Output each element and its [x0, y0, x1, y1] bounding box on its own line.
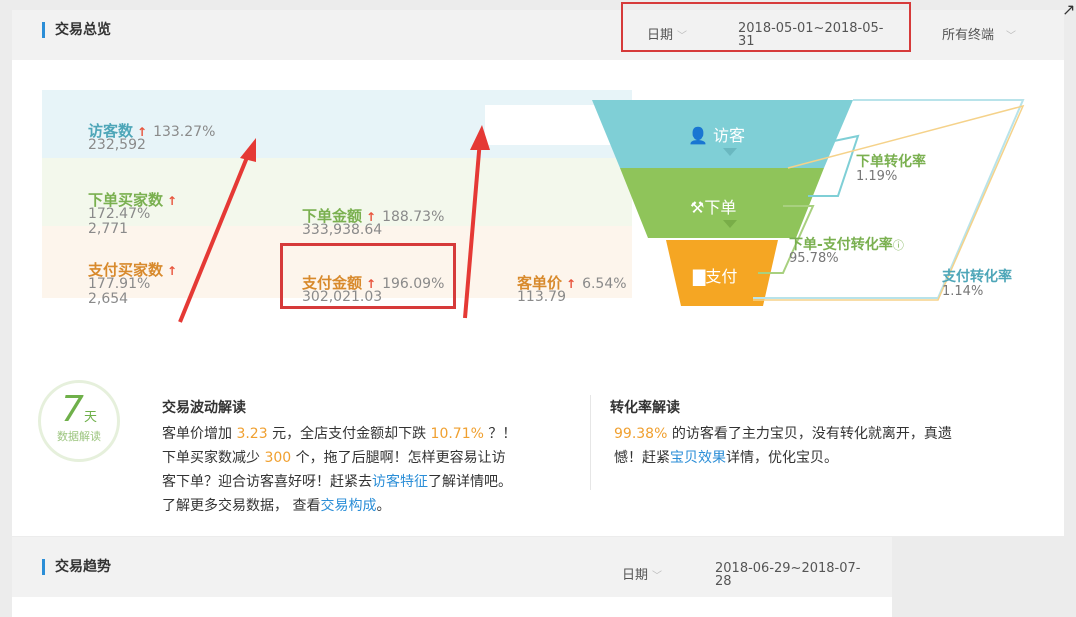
funnel-visit[interactable]: 👤 访客	[688, 122, 745, 146]
conv-interp-title: 转化率解读	[610, 400, 680, 416]
text: ？！	[483, 426, 517, 442]
conv-interp-line: 99.38% 的访客看了主力宝贝，没有转化就离开，真遗	[614, 422, 1034, 446]
text: 客单价增加	[162, 426, 237, 442]
user-icon: 👤	[688, 126, 708, 145]
conv-interp-line: 憾！赶紧宝贝效果详情，优化宝贝。	[614, 446, 1034, 470]
wallet-icon: ▇	[693, 267, 706, 286]
annotation-arrowhead	[240, 138, 256, 162]
highlight-value: 10.71%	[430, 426, 484, 442]
annotation-arrowhead	[470, 125, 490, 150]
funnel-pay-label: 支付	[705, 267, 738, 286]
text: 详情，优化宝贝。	[726, 450, 838, 466]
annotation-arrow	[178, 149, 252, 323]
trend-date-label: 日期	[622, 568, 649, 583]
text: 。	[376, 498, 391, 514]
trade-interp-body: 客单价增加 3.23 元，全店支付金额却下跌 10.71% ？！ 下单买家数减少…	[162, 422, 582, 518]
badge-number: 7	[61, 389, 84, 430]
text: 的访客看了主力宝贝，没有转化就离开，真遗	[667, 426, 952, 442]
badge-caption: 数据解读	[57, 430, 101, 443]
highlight-value: 99.38%	[614, 426, 668, 442]
trade-interp-title: 交易波动解读	[162, 400, 246, 416]
funnel-pay[interactable]: ▇支付	[693, 263, 737, 287]
badge-unit: 天	[83, 410, 97, 425]
divider	[590, 395, 591, 490]
trend-date-dropdown[interactable]: 日期 ﹀	[622, 564, 662, 583]
text: 客下单？迎合访客喜好呀！赶紧去	[162, 474, 372, 490]
data-interpretation-badge: 7天 数据解读	[38, 380, 120, 462]
text: 个，拖了后腿啊！怎样更容易让访	[291, 450, 506, 466]
chevron-down-icon: ﹀	[652, 571, 663, 582]
trend-date-range-line1: 2018-06-29~2018-07-	[715, 561, 861, 576]
cursor-icon: ↗	[1062, 0, 1076, 19]
highlight-value: 3.23	[236, 426, 268, 442]
trend-title: 交易趋势	[42, 559, 111, 575]
text: 了解详情吧。	[428, 474, 512, 490]
order-pay-rate-value: 95.78%	[789, 251, 839, 266]
trade-composition-link[interactable]: 交易构成	[320, 498, 376, 514]
trend-header: 交易趋势 日期 ﹀ 2018-06-29~2018-07- 28	[12, 537, 892, 597]
text: 憾！赶紧	[614, 450, 670, 466]
trend-date-range-picker[interactable]: 2018-06-29~2018-07- 28	[715, 562, 885, 588]
item-effect-link[interactable]: 宝贝效果	[670, 450, 726, 466]
trade-trend-panel: 交易趋势 日期 ﹀ 2018-06-29~2018-07- 28	[12, 537, 892, 617]
order-rate-label: 下单转化率	[856, 154, 926, 170]
help-icon[interactable]: ⓘ	[893, 239, 904, 252]
highlight-value: 300	[264, 450, 292, 466]
pay-rate-value: 1.14%	[942, 284, 984, 299]
funnel-order[interactable]: ⚒下单	[690, 194, 736, 218]
annotation-arrow	[463, 139, 482, 319]
pay-rate-label: 支付转化率	[942, 269, 1012, 285]
funnel-visit-label: 访客	[713, 126, 746, 145]
trend-date-range-line2: 28	[715, 574, 732, 589]
text: 了解更多交易数据， 查看	[162, 498, 321, 514]
trade-interp-line: 了解更多交易数据， 查看交易构成。	[162, 494, 582, 518]
trade-interp-line: 客单价增加 3.23 元，全店支付金额却下跌 10.71% ？！	[162, 422, 582, 446]
text: 下单买家数减少	[162, 450, 265, 466]
visitor-features-link[interactable]: 访客特征	[372, 474, 428, 490]
hammer-icon: ⚒	[690, 198, 705, 217]
trade-interp-line: 下单买家数减少 300 个，拖了后腿啊！怎样更容易让访	[162, 446, 582, 470]
order-rate-value: 1.19%	[856, 169, 898, 184]
text: 元，全店支付金额却下跌	[267, 426, 431, 442]
conv-interp-body: 99.38% 的访客看了主力宝贝，没有转化就离开，真遗 憾！赶紧宝贝效果详情，优…	[614, 422, 1034, 470]
trade-interp-line: 客下单？迎合访客喜好呀！赶紧去访客特征了解详情吧。	[162, 470, 582, 494]
funnel-order-label: 下单	[704, 198, 737, 217]
